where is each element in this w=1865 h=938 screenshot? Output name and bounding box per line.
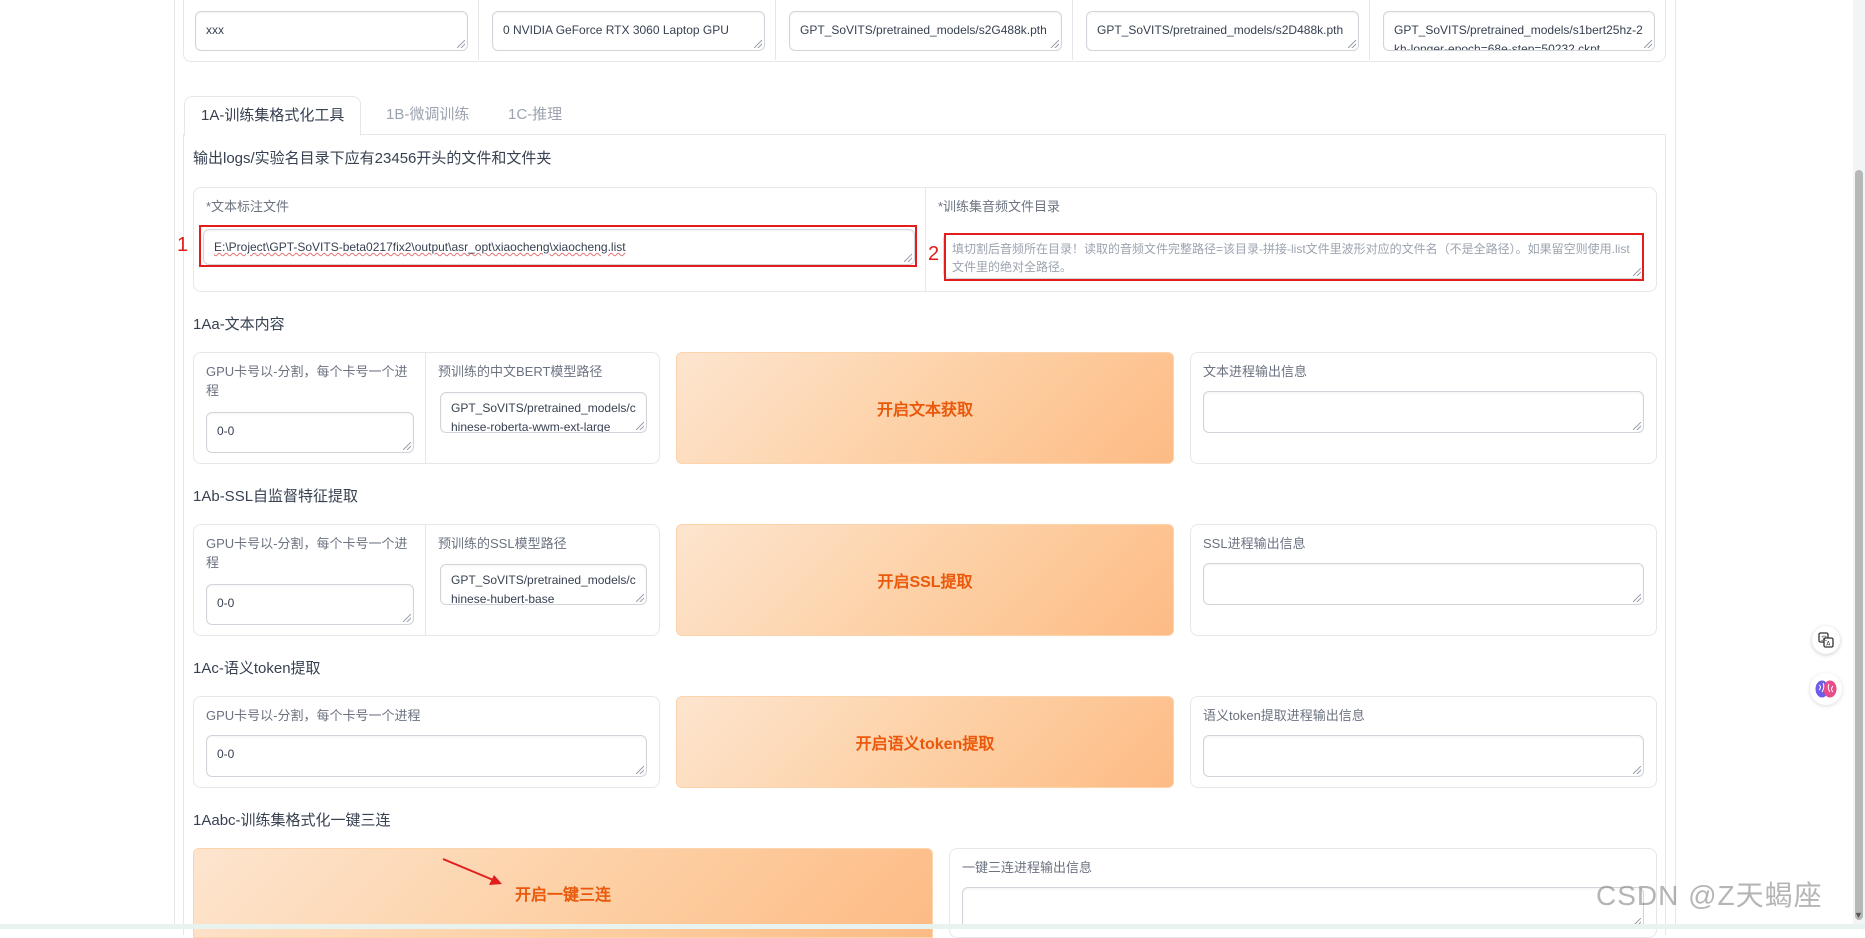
section-1aa-title: 1Aa-文本内容 xyxy=(193,316,285,333)
start-text-extraction-button[interactable]: 开启文本获取 xyxy=(676,352,1174,464)
bottom-strip xyxy=(0,924,1865,929)
start-semantic-token-button[interactable]: 开启语义token提取 xyxy=(676,696,1174,788)
text-output-field[interactable] xyxy=(1203,391,1644,433)
pretrained-s2g-input[interactable]: GPT_SoVITS/pretrained_models/s2G488k.pth xyxy=(789,11,1062,51)
ssl-output-field[interactable] xyxy=(1203,563,1644,605)
semantic-output-label: 语义token提取进程输出信息 xyxy=(1203,708,1365,723)
bert-model-input[interactable]: GPT_SoVITS/pretrained_models/chinese-rob… xyxy=(440,392,647,433)
scroll-down-icon[interactable]: ▼ xyxy=(1854,910,1863,920)
scrollbar-thumb[interactable] xyxy=(1855,170,1863,920)
gpu-input-1ab[interactable]: 0-0 xyxy=(206,584,414,625)
tab-1c-inference[interactable]: 1C-推理 xyxy=(492,96,578,134)
section-1ab-title: 1Ab-SSL自监督特征提取 xyxy=(193,488,359,505)
gpu-label-1aa: GPU卡号以-分割，每个卡号一个进程 xyxy=(206,364,408,398)
annotation-marker-1: 1 xyxy=(177,234,189,256)
gpu-label-1ac: GPU卡号以-分割，每个卡号一个进程 xyxy=(206,708,421,723)
annotation-highlight-box-2 xyxy=(944,233,1644,281)
annotation-marker-2: 2 xyxy=(928,243,940,265)
ssl-model-input[interactable]: GPT_SoVITS/pretrained_models/chinese-hub… xyxy=(440,564,647,605)
audio-dir-label: *训练集音频文件目录 xyxy=(938,199,1061,214)
gpu-label-1ab: GPU卡号以-分割，每个卡号一个进程 xyxy=(206,536,408,570)
bert-model-label: 预训练的中文BERT模型路径 xyxy=(438,364,603,379)
semantic-output-field[interactable] xyxy=(1203,735,1644,777)
annotation-file-label: *文本标注文件 xyxy=(206,199,290,214)
gpu-input-1aa[interactable]: 0-0 xyxy=(206,412,414,453)
pretrained-s1-input[interactable]: GPT_SoVITS/pretrained_models/s1bert25hz-… xyxy=(1383,11,1655,51)
start-ssl-extraction-button[interactable]: 开启SSL提取 xyxy=(676,524,1174,636)
ssl-model-label: 预训练的SSL模型路径 xyxy=(438,536,567,551)
gpu-info-field[interactable]: 0 NVIDIA GeForce RTX 3060 Laptop GPU xyxy=(492,11,765,51)
section-1ac-title: 1Ac-语义token提取 xyxy=(193,660,321,677)
tab-description: 输出logs/实验名目录下应有23456开头的文件和文件夹 xyxy=(193,150,552,167)
tab-1a-dataset-format[interactable]: 1A-训练集格式化工具 xyxy=(184,96,362,136)
one-click-output-field[interactable] xyxy=(962,887,1644,929)
translate-icon[interactable]: 文A xyxy=(1812,626,1840,654)
annotation-highlight-box-1 xyxy=(199,225,917,267)
brain-icon[interactable] xyxy=(1810,673,1842,705)
ssl-output-label: SSL进程输出信息 xyxy=(1203,536,1306,551)
text-output-label: 文本进程输出信息 xyxy=(1203,364,1308,379)
one-click-output-label: 一键三连进程输出信息 xyxy=(962,860,1093,875)
arrow-annotation xyxy=(442,858,502,885)
tab-1b-finetune[interactable]: 1B-微调训练 xyxy=(370,96,485,134)
pretrained-s2d-input[interactable]: GPT_SoVITS/pretrained_models/s2D488k.pth xyxy=(1086,11,1359,51)
section-1aabc-title: 1Aabc-训练集格式化一键三连 xyxy=(193,812,391,829)
experiment-name-input[interactable]: xxx xyxy=(195,11,468,51)
watermark-text: CSDN @Z天蝎座 xyxy=(1596,880,1823,911)
gpu-input-1ac[interactable]: 0-0 xyxy=(206,735,647,777)
